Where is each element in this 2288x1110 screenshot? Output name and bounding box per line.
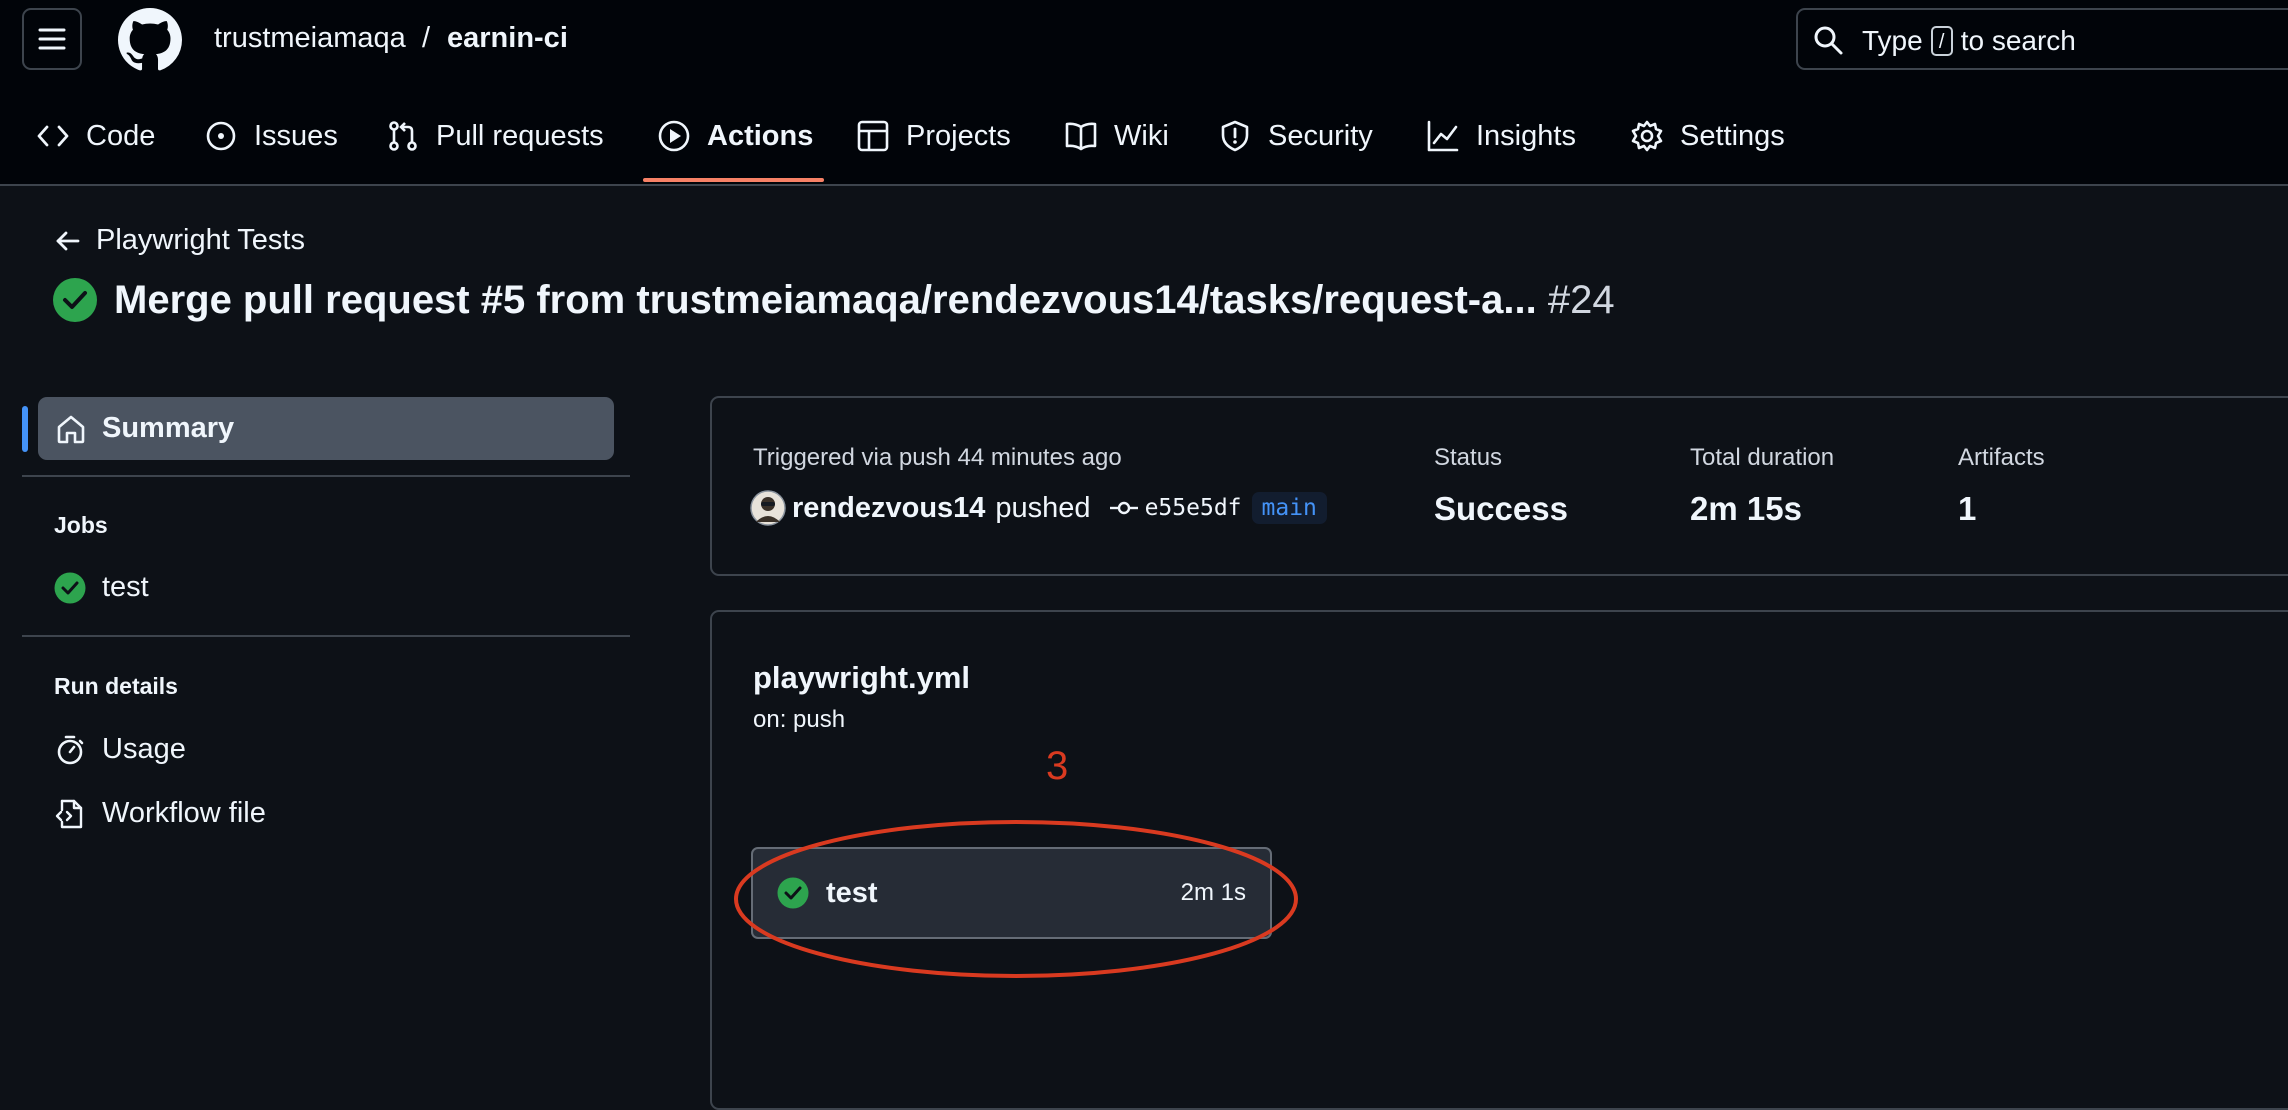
issue-icon [206,121,236,151]
annotation-number: 3 [1046,744,1069,788]
pull-request-icon [389,121,417,151]
annotation-ellipse [734,820,1298,978]
run-number: #24 [1547,278,1615,322]
tab-insights[interactable]: Insights [1426,110,1576,162]
graph-icon [1427,120,1459,152]
repo-owner-link[interactable]: trustmeiamaqa [214,22,406,55]
push-action-text: pushed [995,491,1091,524]
book-icon [1065,122,1097,151]
file-code-icon [55,799,83,828]
page-title: Merge pull request #5 from trustmeiamaqa… [114,278,1615,323]
sidebar-item-usage[interactable]: Usage [54,733,186,766]
success-check-icon [53,278,97,322]
tab-settings-label: Settings [1680,119,1785,152]
github-logo-icon[interactable] [118,8,182,72]
run-summary-card: Triggered via push 44 minutes ago rendez… [710,396,2288,576]
commit-sha-link[interactable]: e55e5df [1145,495,1242,521]
commit-icon [1109,501,1138,515]
search-shortcut-key: / [1930,26,1953,56]
push-info: rendezvous14 pushed e55e5df main [750,490,1327,526]
workflow-file-name: playwright.yml [753,660,971,695]
breadcrumb-separator: / [422,22,431,54]
sidebar-summary-label: Summary [102,412,235,444]
sidebar-divider [22,475,630,477]
status-value: Success [1434,490,1568,527]
sidebar-workflow-file-label: Workflow file [102,797,266,829]
tab-projects[interactable]: Projects [856,110,1011,162]
tab-wiki[interactable]: Wiki [1064,110,1169,162]
tab-security[interactable]: Security [1218,110,1373,162]
tab-insights-label: Insights [1476,119,1576,152]
jobs-heading: Jobs [54,512,108,538]
shield-icon [1221,120,1249,152]
run-details-heading: Run details [54,673,178,699]
success-check-icon [54,572,86,603]
artifacts-value[interactable]: 1 [1958,490,1976,528]
play-icon [658,120,690,152]
tab-code[interactable]: Code [36,110,155,162]
arrow-left-icon [56,231,80,250]
hamburger-icon [38,28,66,50]
search-input[interactable]: Type / to search [1796,8,2288,70]
actor-link[interactable]: rendezvous14 [792,492,985,525]
sidebar-item-summary[interactable]: Summary [38,397,614,460]
tab-actions-label: Actions [707,119,814,152]
tab-actions[interactable]: Actions [657,110,813,162]
tab-issues-label: Issues [254,119,338,152]
sidebar-job-test[interactable]: test [54,571,149,604]
search-icon [1814,26,1843,55]
status-label: Status [1434,444,1503,471]
back-link-label: Playwright Tests [96,224,305,256]
sidebar-job-label: test [102,571,149,603]
tab-code-label: Code [86,119,156,152]
trigger-text: Triggered via push 44 minutes ago [753,444,1122,471]
tab-projects-label: Projects [906,119,1011,152]
workflow-trigger: on: push [753,706,846,733]
repo-name-link[interactable]: earnin-ci [447,22,568,55]
sidebar-item-workflow-file[interactable]: Workflow file [54,797,266,830]
sidebar-usage-label: Usage [102,733,186,765]
back-to-workflow-link[interactable]: Playwright Tests [54,224,305,257]
tab-wiki-label: Wiki [1114,119,1169,152]
duration-value: 2m 15s [1690,490,1802,527]
stopwatch-icon [57,735,84,764]
search-prefix-text: Type [1862,25,1923,56]
gear-icon [1631,120,1663,152]
duration-label: Total duration [1690,444,1835,471]
code-icon [37,125,69,147]
tab-pull-requests[interactable]: Pull requests [386,110,604,162]
tab-settings[interactable]: Settings [1630,110,1785,162]
sidebar-divider [22,635,630,637]
menu-button[interactable] [22,8,82,70]
tab-issues[interactable]: Issues [204,110,338,162]
run-title: Merge pull request #5 from trustmeiamaqa… [114,278,1537,322]
table-icon [857,120,889,152]
search-suffix-text: to search [1960,25,2076,56]
home-icon [57,415,85,443]
tab-pull-requests-label: Pull requests [436,119,604,152]
selected-item-indicator [22,406,28,452]
active-tab-indicator [643,178,824,182]
branch-label[interactable]: main [1251,492,1327,524]
avatar[interactable] [750,490,786,526]
search-placeholder: Type / to search [1862,25,2076,57]
artifacts-label: Artifacts [1958,444,2045,471]
tab-security-label: Security [1268,119,1373,152]
